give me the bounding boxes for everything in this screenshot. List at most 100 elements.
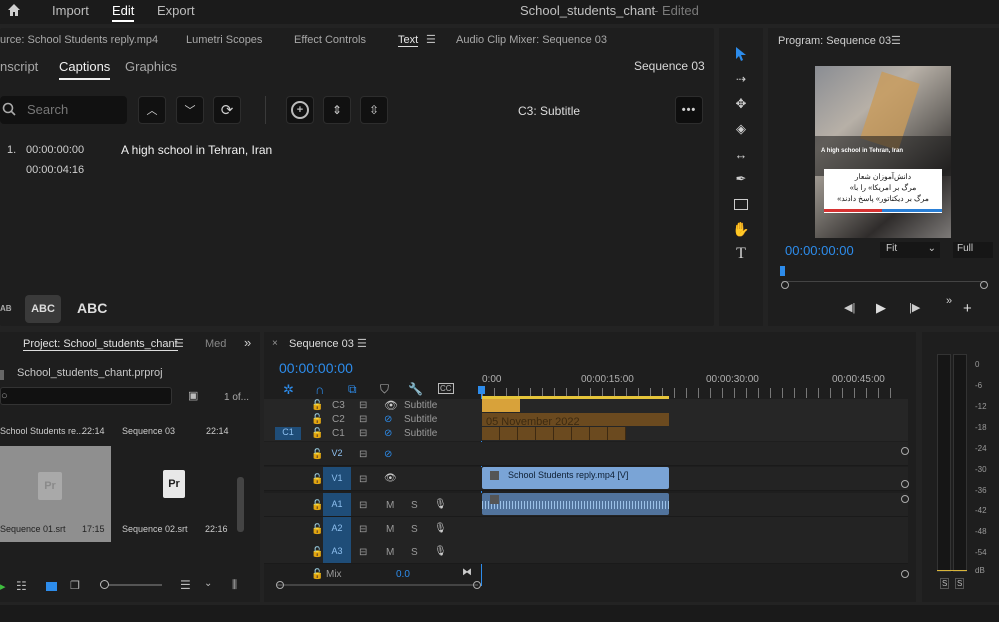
list-view-icon[interactable]: ☷ bbox=[16, 579, 27, 593]
sync-icon[interactable]: ⊟ bbox=[359, 500, 367, 511]
timeline-hscroll[interactable] bbox=[276, 584, 478, 586]
zoom-handle-left[interactable] bbox=[781, 281, 789, 289]
caption-in-time[interactable]: 00:00:00:00 bbox=[26, 144, 84, 156]
mic-icon[interactable]: 🎙 bbox=[434, 546, 447, 557]
program-timecode[interactable]: 00:00:00:00 bbox=[785, 243, 854, 258]
snap-icon[interactable]: ∩ bbox=[315, 382, 324, 397]
eye-hidden-icon[interactable]: ⊘ bbox=[384, 449, 392, 460]
source-patch-c1[interactable]: C1 bbox=[275, 427, 301, 440]
more-tabs-icon[interactable]: » bbox=[244, 335, 251, 350]
vscroll-handle[interactable] bbox=[901, 570, 909, 578]
lock-icon[interactable]: 🔓 bbox=[311, 547, 323, 558]
program-video-frame[interactable]: A high school in Tehran, Iran دانش‌آموزا… bbox=[815, 66, 951, 238]
eye-icon[interactable]: 👁 bbox=[384, 399, 398, 412]
program-menu-icon[interactable]: ☰ bbox=[891, 34, 901, 47]
freeform-view-icon[interactable]: ❐ bbox=[70, 579, 80, 592]
audio-clip[interactable] bbox=[482, 493, 669, 515]
playhead-handle[interactable] bbox=[478, 386, 485, 394]
eye-hidden-icon[interactable]: ⊘ bbox=[384, 428, 392, 439]
marker-icon[interactable]: ⛉ bbox=[380, 382, 389, 397]
tab-source[interactable]: urce: School Students reply.mp4 bbox=[0, 34, 158, 46]
timeline-timecode[interactable]: 00:00:00:00 bbox=[279, 360, 353, 376]
next-caption-button[interactable]: ﹀ bbox=[176, 96, 204, 124]
solo-right-button[interactable]: S bbox=[955, 578, 965, 589]
sync-icon[interactable]: ⊟ bbox=[359, 449, 367, 460]
solo-button-a3[interactable]: S bbox=[411, 547, 418, 558]
mute-button-a3[interactable]: M bbox=[386, 547, 394, 558]
caption-text[interactable]: A high school in Tehran, Iran bbox=[121, 143, 272, 157]
new-bin-icon[interactable]: ▣ bbox=[188, 389, 198, 402]
zoom-slider-handle[interactable] bbox=[100, 580, 109, 589]
zoom-slider[interactable] bbox=[100, 584, 162, 586]
lock-icon[interactable]: 🔓 bbox=[311, 449, 323, 460]
zoom-handle-right[interactable] bbox=[980, 281, 988, 289]
project-search-input[interactable]: ○ bbox=[0, 387, 172, 405]
merge-caption-button[interactable]: ⇳ bbox=[360, 96, 388, 124]
export-menu[interactable]: Export bbox=[157, 3, 195, 18]
ripple-edit-tool-icon[interactable]: ✥ bbox=[730, 93, 752, 115]
zoom-select[interactable]: Fit ⌄ bbox=[880, 242, 940, 258]
lock-icon[interactable]: 🔓 bbox=[311, 400, 323, 411]
captions-icon[interactable]: CC bbox=[438, 383, 454, 394]
automate-icon[interactable]: ⫼ bbox=[232, 579, 237, 592]
track-id-v1[interactable]: V1 bbox=[323, 467, 351, 490]
timeline-menu-icon[interactable]: ☰ bbox=[357, 337, 367, 350]
sort-icon[interactable]: ☰ bbox=[180, 578, 191, 592]
solo-button-a1[interactable]: S bbox=[411, 500, 418, 511]
subtab-transcript[interactable]: nscript bbox=[0, 59, 38, 74]
track-select-tool-icon[interactable]: ⇢ bbox=[730, 68, 752, 90]
split-caption-button[interactable]: ⇕ bbox=[323, 96, 351, 124]
tab-sequence[interactable]: Sequence 03 bbox=[289, 338, 354, 350]
refresh-button[interactable]: ⟳ bbox=[213, 96, 241, 124]
tab-text[interactable]: Text bbox=[398, 34, 419, 47]
mute-button-a1[interactable]: M bbox=[386, 500, 394, 511]
subtab-captions[interactable]: Captions bbox=[59, 59, 111, 80]
lock-icon[interactable]: 🔓 bbox=[311, 414, 323, 425]
track-id-v2[interactable]: V2 bbox=[323, 442, 351, 465]
add-button-icon[interactable]: + bbox=[963, 300, 972, 317]
home-icon[interactable] bbox=[6, 2, 22, 18]
sync-icon[interactable]: ⊟ bbox=[359, 524, 367, 535]
step-back-icon[interactable]: ◀| bbox=[844, 301, 855, 314]
project-item-thumb[interactable]: Pr Sequence 02.srt 22:16 bbox=[117, 446, 231, 542]
vscroll-handle[interactable] bbox=[901, 480, 909, 488]
more-options-button[interactable]: ••• bbox=[675, 96, 703, 124]
edit-menu[interactable]: Edit bbox=[112, 3, 135, 22]
search-input[interactable]: Search bbox=[0, 96, 127, 124]
lock-icon[interactable]: 🔓 bbox=[311, 500, 323, 511]
track-id-a1[interactable]: A1 bbox=[323, 493, 351, 516]
sync-icon[interactable]: ⊟ bbox=[359, 414, 367, 425]
play-icon[interactable]: ▶ bbox=[876, 300, 886, 316]
video-clip[interactable]: School Students reply.mp4 [V] bbox=[482, 467, 669, 489]
track-id-a2[interactable]: A2 bbox=[323, 517, 351, 540]
nest-icon[interactable]: ✲ bbox=[283, 382, 294, 398]
program-ruler[interactable] bbox=[782, 270, 987, 282]
chevron-down-icon[interactable]: ⌄ bbox=[204, 578, 212, 589]
caption-clip-c3[interactable] bbox=[482, 399, 520, 412]
vscroll-handle[interactable] bbox=[901, 495, 909, 503]
sync-icon[interactable]: ⊟ bbox=[359, 474, 367, 485]
track-id-a3[interactable]: A3 bbox=[323, 540, 351, 563]
icon-view-icon[interactable] bbox=[46, 582, 57, 591]
tab-project[interactable]: Project: School_students_chant bbox=[23, 338, 178, 351]
mix-value[interactable]: 0.0 bbox=[396, 569, 410, 580]
mute-button-a2[interactable]: M bbox=[386, 524, 394, 535]
close-icon[interactable]: × bbox=[272, 338, 278, 349]
add-caption-button[interactable]: + bbox=[286, 96, 314, 124]
type-tool-icon[interactable]: T bbox=[730, 243, 752, 265]
panel-menu-icon[interactable]: ☰ bbox=[426, 33, 436, 46]
lock-icon[interactable]: 🔓 bbox=[311, 569, 323, 580]
tab-audio-mixer[interactable]: Audio Clip Mixer: Sequence 03 bbox=[456, 34, 607, 46]
eye-hidden-icon[interactable]: ⊘ bbox=[384, 414, 392, 425]
sync-icon[interactable]: ⊟ bbox=[359, 400, 367, 411]
tab-effect-controls[interactable]: Effect Controls bbox=[294, 34, 366, 46]
project-menu-icon[interactable]: ☰ bbox=[174, 337, 184, 350]
more-controls-icon[interactable]: » bbox=[946, 295, 952, 307]
style-small[interactable]: ABC bbox=[0, 304, 12, 313]
rectangle-tool-icon[interactable] bbox=[730, 193, 752, 215]
program-playhead[interactable] bbox=[780, 266, 785, 276]
caption-clip-c1[interactable] bbox=[482, 427, 626, 440]
razor-tool-icon[interactable]: ◈ bbox=[730, 118, 752, 140]
wrench-icon[interactable]: 🔧 bbox=[408, 382, 423, 396]
lock-icon[interactable]: 🔓 bbox=[311, 428, 323, 439]
